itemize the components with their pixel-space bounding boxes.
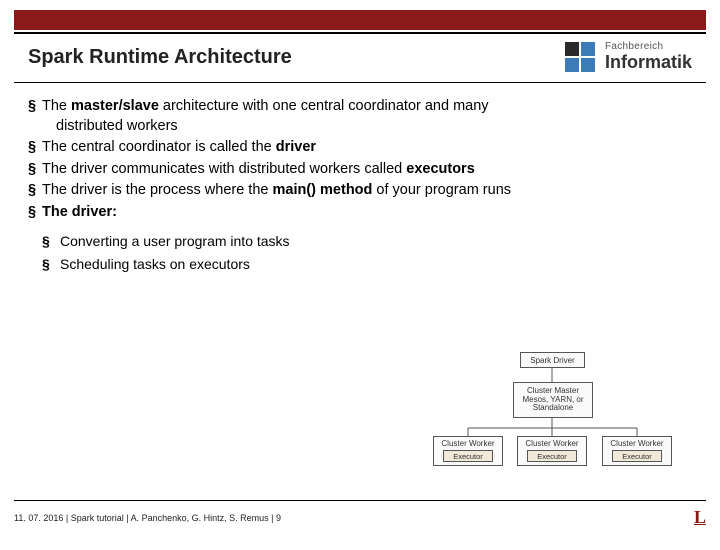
architecture-diagram: Spark Driver Cluster Master Mesos, YARN,… — [425, 350, 680, 475]
diagram-driver-box: Spark Driver — [520, 352, 585, 368]
sub-bullet-item: Converting a user program into tasks — [42, 232, 692, 251]
footer-logo: L — [694, 507, 706, 528]
logo-squares-icon — [565, 42, 595, 72]
slide-title: Spark Runtime Architecture — [28, 46, 292, 69]
diagram-executor-box: Executor — [612, 450, 662, 462]
bullet-item: distributed workers — [28, 117, 692, 137]
footer-meta: 11. 07. 2016 | Spark tutorial | A. Panch… — [14, 513, 281, 523]
bullet-item: The master/slave architecture with one c… — [28, 97, 692, 117]
diagram-master-box: Cluster Master Mesos, YARN, or Standalon… — [513, 382, 593, 418]
department-logo: Fachbereich Informatik — [565, 42, 692, 72]
bullet-item: The driver is the process where the main… — [28, 181, 692, 201]
accent-bar — [14, 10, 706, 30]
logo-text: Fachbereich Informatik — [605, 42, 692, 71]
bullet-item: The central coordinator is called the dr… — [28, 138, 692, 158]
logo-line2: Informatik — [605, 53, 692, 72]
footer: 11. 07. 2016 | Spark tutorial | A. Panch… — [14, 500, 706, 528]
bullet-item: The driver communicates with distributed… — [28, 160, 692, 180]
bullet-item: The driver: — [28, 203, 692, 223]
sub-bullet-list: Converting a user program into tasks Sche… — [42, 232, 692, 274]
sub-bullet-item: Scheduling tasks on executors — [42, 255, 692, 274]
bullet-list: The master/slave architecture with one c… — [28, 97, 692, 222]
content-area: The master/slave architecture with one c… — [0, 83, 720, 274]
diagram-executor-box: Executor — [527, 450, 577, 462]
diagram-executor-box: Executor — [443, 450, 493, 462]
header: Spark Runtime Architecture Fachbereich I… — [14, 32, 706, 82]
